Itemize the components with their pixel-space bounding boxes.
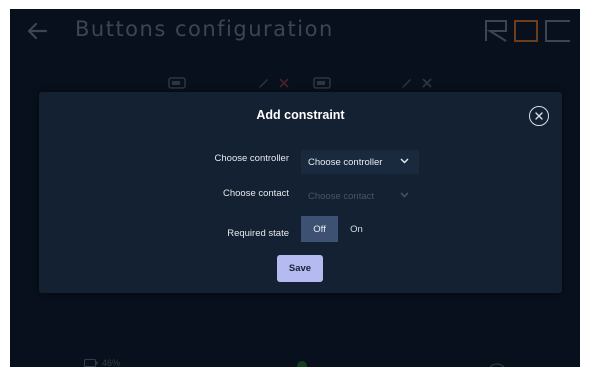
contact-select: Choose contact — [301, 184, 419, 208]
app-screen: Buttons configuration 46% Add constraint… — [10, 9, 580, 367]
controller-label: Choose controller — [214, 153, 289, 164]
controller-select-value: Choose controller — [308, 156, 383, 168]
toggle-off-option[interactable]: Off — [301, 216, 338, 242]
chevron-down-icon — [400, 192, 409, 198]
contact-select-value: Choose contact — [308, 190, 375, 202]
controller-select[interactable]: Choose controller — [301, 150, 419, 174]
close-icon — [535, 112, 543, 120]
required-state-toggle: Off On — [301, 216, 375, 242]
dialog-title: Add constraint — [256, 108, 345, 122]
close-button[interactable] — [529, 106, 549, 126]
toggle-on-option[interactable]: On — [338, 216, 375, 242]
required-state-label: Required state — [227, 228, 289, 239]
add-constraint-dialog: Add constraint Choose controller Choose … — [39, 92, 562, 293]
save-button[interactable]: Save — [277, 255, 323, 282]
chevron-down-icon — [400, 158, 409, 164]
contact-label: Choose contact — [222, 188, 289, 199]
